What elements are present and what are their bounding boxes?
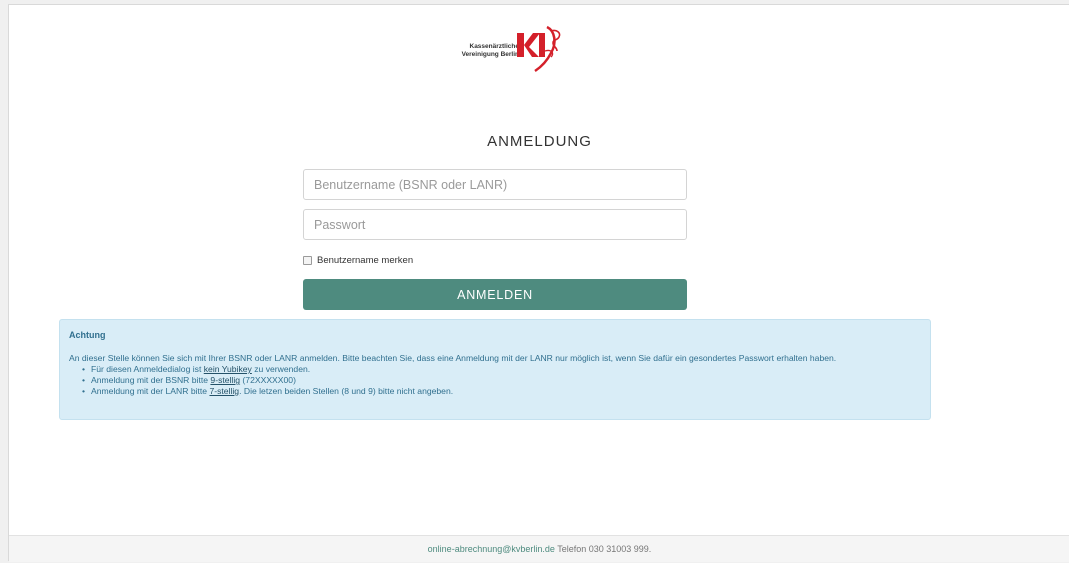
password-input[interactable] bbox=[303, 209, 687, 240]
username-input[interactable] bbox=[303, 169, 687, 200]
lanr-7-digit-link[interactable]: 7-stellig bbox=[209, 386, 239, 396]
remember-username-label: Benutzername merken bbox=[317, 254, 414, 266]
footer-email-link[interactable]: online-abrechnung@kvberlin.de bbox=[428, 544, 555, 554]
remember-username-checkbox[interactable] bbox=[303, 255, 312, 265]
remember-username-option[interactable]: Benutzername merken bbox=[303, 253, 413, 267]
footer-phone: Telefon 030 31003 999. bbox=[554, 544, 652, 554]
notice-item: Für diesen Anmeldedialog ist kein Yubike… bbox=[82, 364, 921, 375]
logo-text: Kassenärztliche Vereinigung Berlin bbox=[462, 43, 519, 59]
notice-box: Achtung An dieser Stelle können Sie sich… bbox=[59, 319, 931, 420]
logo-line-1: Kassenärztliche bbox=[469, 43, 520, 50]
kv-berlin-logo: Kassenärztliche Vereinigung Berlin bbox=[439, 23, 569, 75]
notice-item: Anmeldung mit der BSNR bitte 9-stellig (… bbox=[82, 375, 921, 386]
footer: online-abrechnung@kvberlin.de Telefon 03… bbox=[9, 535, 1069, 562]
notice-title: Achtung bbox=[69, 330, 106, 340]
login-button[interactable]: ANMELDEN bbox=[303, 279, 687, 310]
page-title: ANMELDUNG bbox=[487, 133, 592, 150]
logo-line-2: Vereinigung Berlin bbox=[461, 51, 519, 58]
kv-logo-mark-icon bbox=[517, 25, 561, 73]
notice-list: Für diesen Anmeldedialog ist kein Yubike… bbox=[69, 364, 921, 397]
no-yubikey-link[interactable]: kein Yubikey bbox=[204, 364, 252, 374]
page-frame: Kassenärztliche Vereinigung Berlin ANMEL… bbox=[8, 4, 1069, 562]
bsnr-9-digit-link[interactable]: 9-stellig bbox=[210, 375, 240, 385]
notice-intro: An dieser Stelle können Sie sich mit Ihr… bbox=[69, 353, 837, 363]
notice-item: Anmeldung mit der LANR bitte 7-stellig. … bbox=[82, 386, 921, 397]
